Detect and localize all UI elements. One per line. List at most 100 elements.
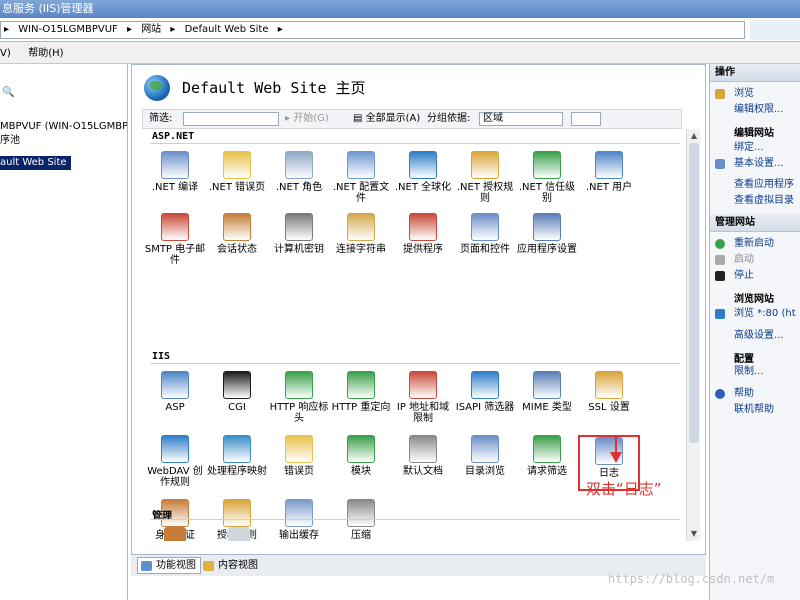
action-advanced-label: 高级设置... [734, 330, 784, 341]
feature-dotnet-authorization[interactable]: .NET 授权规则 [454, 151, 516, 211]
action-view-virtual-directories[interactable]: 查看虚拟目录 [710, 193, 800, 209]
action-online-help[interactable]: 联机帮助 [710, 402, 800, 418]
nav-buttons[interactable] [750, 20, 800, 40]
tree-item-default-web-site[interactable]: ault Web Site [0, 156, 71, 170]
feature-compression[interactable]: 压缩 [330, 499, 392, 541]
feature-smtp-email[interactable]: SMTP 电子邮件 [144, 213, 206, 273]
feature-dotnet-compile[interactable]: .NET 编译 [144, 151, 206, 211]
smtp-email-icon [161, 213, 189, 241]
back-arrow-icon[interactable]: ▸ [1, 24, 12, 35]
feature-ip-restrictions[interactable]: IP 地址和域限制 [392, 371, 454, 431]
feature-label: 输出缓存 [279, 530, 319, 541]
group-by-select[interactable]: 区域 [479, 112, 563, 126]
breadcrumb-site[interactable]: Default Web Site [182, 24, 272, 35]
tab-content-label: 内容视图 [218, 560, 258, 571]
feature-webdav[interactable]: WebDAV 创作规则 [144, 435, 206, 495]
scroll-thumb[interactable] [689, 143, 699, 443]
show-all-button[interactable]: ▤ 全部显示(A) [353, 110, 420, 128]
filter-input[interactable] [183, 112, 279, 126]
tab-content-view[interactable]: 内容视图 [199, 557, 263, 574]
feature-connection-strings[interactable]: 连接字符串 [330, 213, 392, 273]
app-settings-icon [533, 213, 561, 241]
feature-app-settings[interactable]: 应用程序设置 [516, 213, 578, 273]
feature-modules[interactable]: 模块 [330, 435, 392, 495]
menu-view[interactable]: V) [0, 48, 11, 59]
folder-icon [715, 89, 725, 99]
section-configure: 配置 [734, 354, 754, 365]
feature-error-pages[interactable]: 错误页 [268, 435, 330, 495]
management-feature-icon[interactable] [228, 527, 250, 541]
action-restart-label: 重新启动 [734, 238, 774, 249]
action-view-applications[interactable]: 查看应用程序 [710, 177, 800, 193]
group-title-aspnet: ASP.NET [152, 131, 195, 142]
feature-cgi[interactable]: CGI [206, 371, 268, 431]
feature-dotnet-profile[interactable]: .NET 配置文件 [330, 151, 392, 211]
http-headers-icon [285, 371, 313, 399]
feature-request-filtering[interactable]: 请求筛选 [516, 435, 578, 495]
management-feature-icon[interactable] [164, 527, 186, 541]
feature-session-state[interactable]: 会话状态 [206, 213, 268, 273]
action-view-applications-label: 查看应用程序 [734, 179, 794, 190]
breadcrumb-sites[interactable]: 网站 [138, 24, 164, 35]
feature-output-caching[interactable]: 输出缓存 [268, 499, 330, 541]
tree-toolbar-icon[interactable]: 🔍 [2, 86, 14, 100]
scroll-down-icon[interactable]: ▼ [687, 527, 701, 541]
feature-providers[interactable]: 提供程序 [392, 213, 454, 273]
feature-mime-types[interactable]: MIME 类型 [516, 371, 578, 431]
breadcrumb[interactable]: ▸ WIN-O15LGMBPVUF ▸ 网站 ▸ Default Web Sit… [0, 21, 745, 39]
action-start[interactable]: 启动 [710, 252, 800, 268]
breadcrumb-separator-icon: ▸ [126, 24, 132, 35]
feature-default-document[interactable]: 默认文档 [392, 435, 454, 495]
breadcrumb-server[interactable]: WIN-O15LGMBPVUF [15, 24, 121, 35]
feature-asp[interactable]: ASP [144, 371, 206, 431]
feature-label: HTTP 响应标头 [269, 402, 329, 424]
menu-help[interactable]: 帮助(H) [28, 48, 63, 59]
action-bindings[interactable]: 绑定... [710, 140, 800, 156]
feature-machine-key[interactable]: 计算机密钥 [268, 213, 330, 273]
action-stop[interactable]: 停止 [710, 268, 800, 284]
action-edit-permissions[interactable]: 编辑权限... [710, 102, 800, 118]
tree-item-app-pools[interactable]: 序池 [0, 134, 20, 148]
feature-label: CGI [228, 402, 246, 413]
feature-pages-controls[interactable]: 页面和控件 [454, 213, 516, 273]
dotnet-authorization-icon [471, 151, 499, 179]
action-view-vdirs-label: 查看虚拟目录 [734, 195, 794, 206]
action-limits[interactable]: 限制... [710, 364, 800, 380]
feature-label: 请求筛选 [527, 466, 567, 477]
feature-label: 会话状态 [217, 244, 257, 255]
action-restart[interactable]: 重新启动 [710, 236, 800, 252]
action-browse[interactable]: 浏览 [710, 86, 800, 102]
feature-dotnet-globalization[interactable]: .NET 全球化 [392, 151, 454, 211]
watermark: https://blog.csdn.net/m [608, 572, 775, 586]
action-basic-settings[interactable]: 基本设置... [710, 156, 800, 172]
scroll-up-icon[interactable]: ▲ [687, 129, 701, 143]
filter-label: 筛选: [149, 113, 173, 124]
action-browse-port[interactable]: 浏览 *:80 (ht [710, 306, 800, 322]
feature-handler-mappings[interactable]: 处理程序映射 [206, 435, 268, 495]
action-help[interactable]: 帮助 [710, 386, 800, 402]
ip-restrictions-icon [409, 371, 437, 399]
modules-icon [347, 435, 375, 463]
feature-label: SMTP 电子邮件 [144, 244, 206, 266]
feature-dotnet-roles[interactable]: .NET 角色 [268, 151, 330, 211]
view-select[interactable] [571, 112, 601, 126]
start-filter-button[interactable]: ▸ 开始(G) [285, 110, 329, 128]
feature-http-redirect[interactable]: HTTP 重定向 [330, 371, 392, 431]
feature-http-headers[interactable]: HTTP 响应标头 [268, 371, 330, 431]
vertical-scrollbar[interactable]: ▲ ▼ [686, 129, 700, 541]
menu-bar: V) 帮助(H) [0, 42, 800, 64]
feature-directory-browsing[interactable]: 目录浏览 [454, 435, 516, 495]
feature-dotnet-users[interactable]: .NET 用户 [578, 151, 640, 211]
feature-isapi-filters[interactable]: ISAPI 筛选器 [454, 371, 516, 431]
manage-site-header: 管理网站 [710, 214, 800, 232]
connections-pane: 🔍 MBPVUF (WIN-O15LGMBPVUF\Ad 序池 ault Web… [0, 64, 128, 600]
tab-features-view[interactable]: 功能视图 [137, 557, 201, 574]
feature-dotnet-trust[interactable]: .NET 信任级别 [516, 151, 578, 211]
feature-ssl-settings[interactable]: SSL 设置 [578, 371, 640, 431]
feature-dotnet-error-pages[interactable]: .NET 错误页 [206, 151, 268, 211]
mime-types-icon [533, 371, 561, 399]
tree-item-server[interactable]: MBPVUF (WIN-O15LGMBPVUF\Ad [0, 120, 127, 134]
action-advanced-settings[interactable]: 高级设置... [710, 328, 800, 344]
feature-label: 目录浏览 [465, 466, 505, 477]
request-filtering-icon [533, 435, 561, 463]
